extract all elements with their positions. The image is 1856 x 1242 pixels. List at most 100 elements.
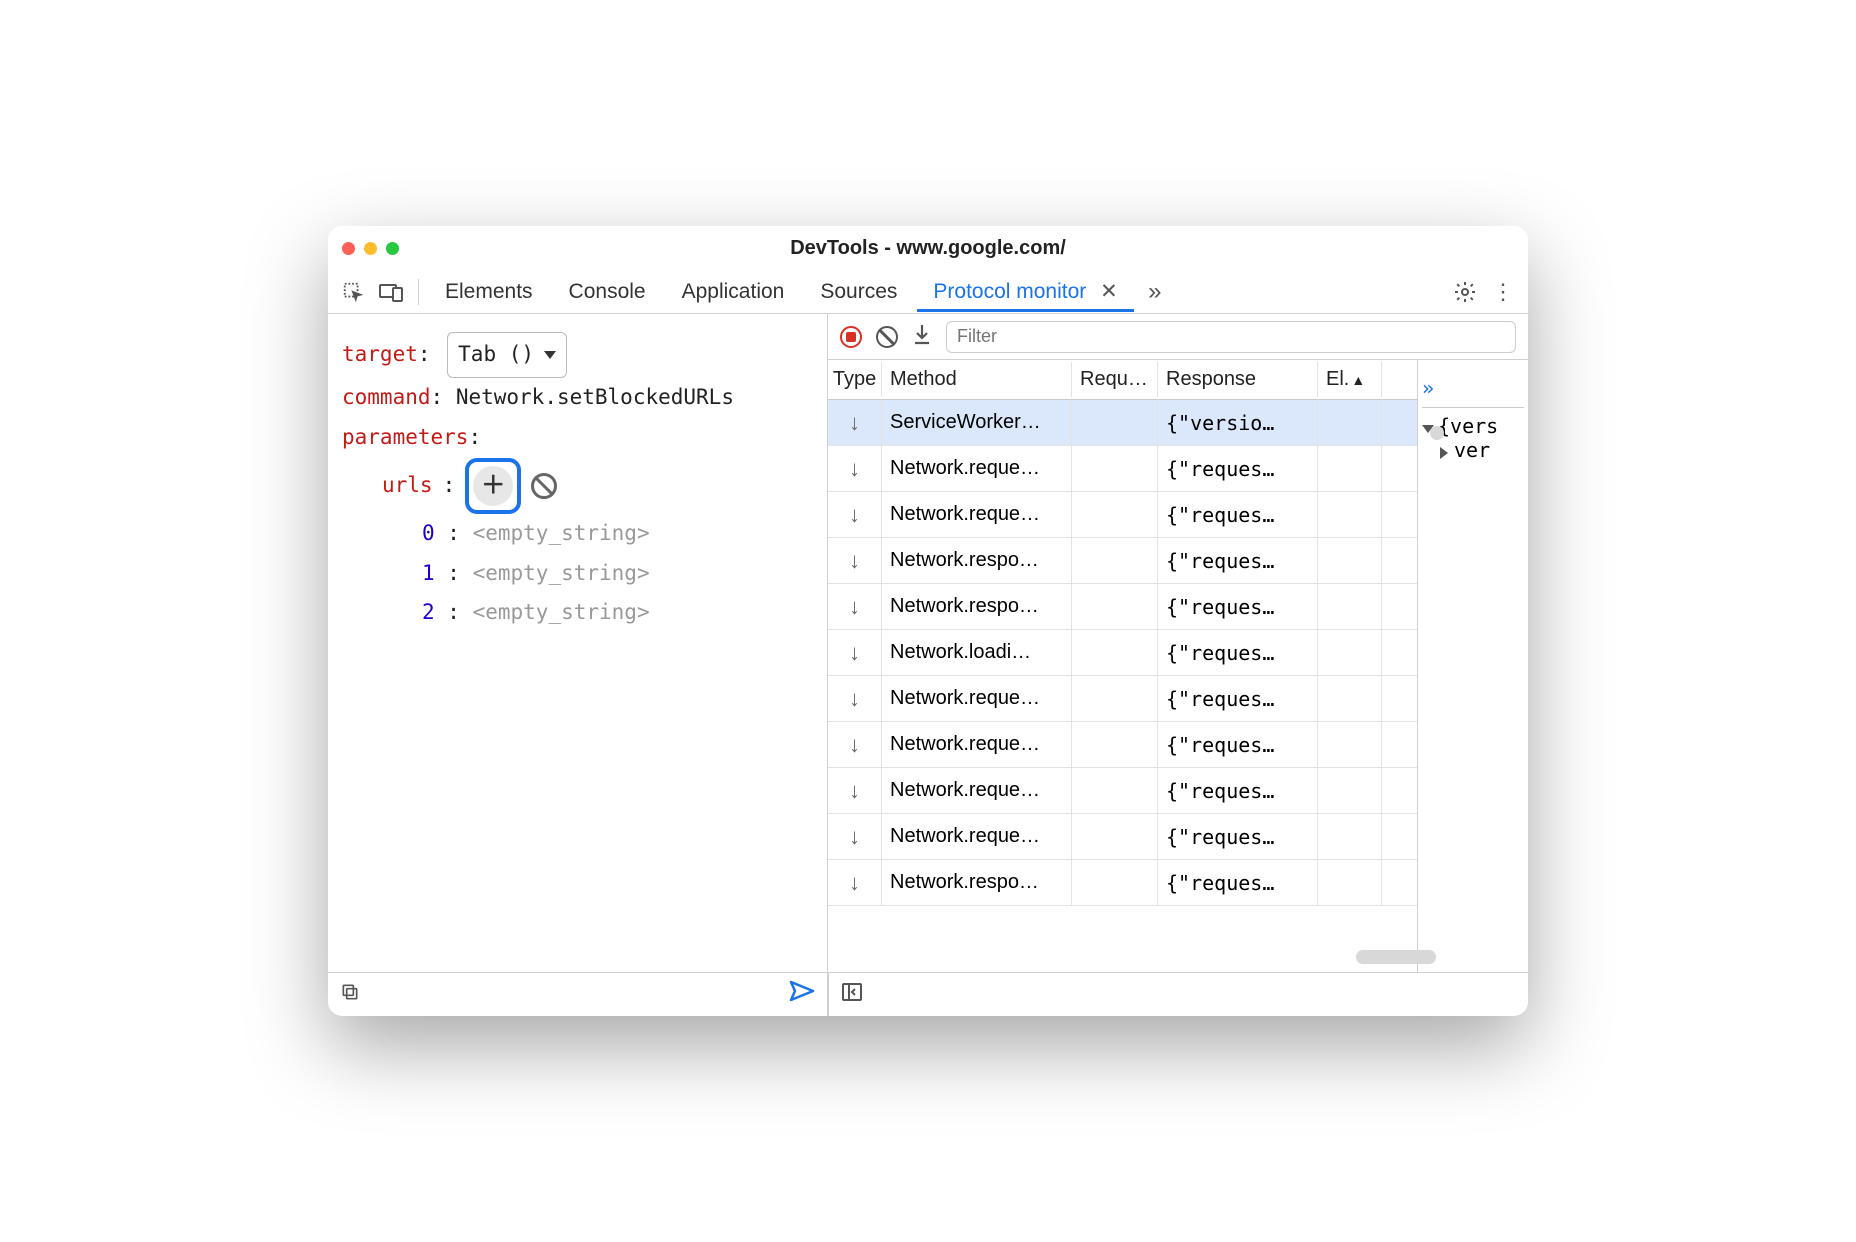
- cell-method: Network.reque…: [882, 492, 1072, 537]
- command-label: command: [342, 385, 431, 409]
- send-command-button[interactable]: [789, 980, 815, 1009]
- cell-elapsed: [1318, 630, 1382, 675]
- add-url-button[interactable]: ＋: [473, 466, 513, 506]
- more-detail-tabs-icon[interactable]: »: [1422, 376, 1434, 400]
- arrow-down-icon: ↓: [849, 502, 860, 528]
- cell-method: Network.reque…: [882, 446, 1072, 491]
- h-scrollbar[interactable]: [1356, 950, 1436, 964]
- tab-label: Protocol monitor: [933, 280, 1086, 303]
- table-row[interactable]: ↓Network.reque…{"reques…: [828, 676, 1417, 722]
- sort-icon: ▲: [1351, 372, 1365, 388]
- table-row[interactable]: ↓ Network.respo… {"reques…: [828, 860, 1417, 906]
- table-row[interactable]: ↓Network.reque…{"reques…: [828, 814, 1417, 860]
- close-tab-icon[interactable]: ✕: [1100, 280, 1118, 303]
- cell-request: [1072, 400, 1158, 445]
- command-editor: target: Tab () command: Network.setBlock…: [328, 314, 827, 972]
- col-response[interactable]: Response: [1158, 362, 1318, 397]
- arrow-down-icon: ↓: [849, 824, 860, 850]
- table-row[interactable]: ↓Network.respo…{"reques…: [828, 584, 1417, 630]
- col-type[interactable]: Type: [828, 362, 882, 397]
- settings-icon[interactable]: [1448, 275, 1482, 309]
- cell-request: [1072, 860, 1158, 905]
- cell-response: {"reques…: [1158, 538, 1318, 583]
- table-row[interactable]: ↓ Network.reque… {"reques…: [828, 492, 1417, 538]
- copy-icon[interactable]: [340, 982, 360, 1008]
- kebab-menu-icon[interactable]: ⋮: [1486, 275, 1520, 309]
- parameters-label: parameters: [342, 425, 468, 449]
- cell-request: [1072, 722, 1158, 767]
- target-label: target: [342, 342, 418, 366]
- inspect-icon[interactable]: [336, 275, 370, 309]
- url-item[interactable]: 0 : <empty_string>: [342, 514, 813, 554]
- titlebar: DevTools - www.google.com/: [328, 226, 1528, 270]
- col-elapsed[interactable]: El.▲: [1318, 362, 1382, 397]
- cell-response: {"reques…: [1158, 722, 1318, 767]
- protocol-grid[interactable]: Type Method Requ… Response El.▲ ↓Service…: [828, 360, 1418, 972]
- more-tabs-icon[interactable]: »: [1138, 275, 1172, 309]
- cell-method: Network.reque…: [882, 768, 1072, 813]
- cell-request: [1072, 768, 1158, 813]
- cell-elapsed: [1318, 446, 1382, 491]
- cell-elapsed: [1318, 584, 1382, 629]
- cell-response: {"reques…: [1158, 584, 1318, 629]
- toggle-sidebar-icon[interactable]: [841, 982, 863, 1008]
- cell-elapsed: [1318, 814, 1382, 859]
- clear-log-button[interactable]: [876, 326, 898, 348]
- urls-label: urls: [382, 466, 433, 506]
- cell-response: {"reques…: [1158, 492, 1318, 537]
- cell-response: {"reques…: [1158, 446, 1318, 491]
- table-row[interactable]: ↓Network.reque…{"reques…: [828, 722, 1417, 768]
- table-row[interactable]: ↓Network.reque…{"reques…: [828, 768, 1417, 814]
- download-icon[interactable]: [912, 323, 932, 351]
- col-method[interactable]: Method: [882, 362, 1072, 397]
- tab-console[interactable]: Console: [553, 272, 662, 312]
- cell-request: [1072, 630, 1158, 675]
- v-scroll-indicator[interactable]: [1430, 426, 1444, 440]
- filter-input[interactable]: [946, 321, 1516, 353]
- arrow-down-icon: ↓: [849, 456, 860, 482]
- tab-sources[interactable]: Sources: [804, 272, 913, 312]
- clear-urls-button[interactable]: [531, 473, 557, 499]
- record-button[interactable]: [840, 326, 862, 348]
- cell-elapsed: [1318, 400, 1382, 445]
- window-title: DevTools - www.google.com/: [328, 237, 1528, 260]
- cell-request: [1072, 446, 1158, 491]
- tabbar: Elements Console Application Sources Pro…: [328, 270, 1528, 314]
- cell-method: Network.reque…: [882, 676, 1072, 721]
- arrow-down-icon: ↓: [849, 640, 860, 666]
- arrow-down-icon: ↓: [849, 870, 860, 896]
- detail-pane[interactable]: » {vers ver: [1418, 360, 1528, 972]
- tab-elements[interactable]: Elements: [429, 272, 549, 312]
- command-value[interactable]: Network.setBlockedURLs: [456, 385, 734, 409]
- device-toolbar-icon[interactable]: [374, 275, 408, 309]
- table-row[interactable]: ↓ServiceWorker…{"versio…: [828, 400, 1417, 446]
- tab-protocol-monitor[interactable]: Protocol monitor ✕: [917, 271, 1133, 312]
- arrow-down-icon: ↓: [849, 410, 860, 436]
- arrow-down-icon: ↓: [849, 594, 860, 620]
- cell-elapsed: [1318, 768, 1382, 813]
- cell-method: Network.reque…: [882, 814, 1072, 859]
- detail-child[interactable]: ver: [1422, 438, 1524, 462]
- cell-response: {"reques…: [1158, 860, 1318, 905]
- table-row[interactable]: ↓Network.loadi…{"reques…: [828, 630, 1417, 676]
- table-row[interactable]: ↓Network.respo…{"reques…: [828, 538, 1417, 584]
- url-item[interactable]: 2 : <empty_string>: [342, 593, 813, 633]
- cell-elapsed: [1318, 492, 1382, 537]
- cell-elapsed: [1318, 722, 1382, 767]
- tab-application[interactable]: Application: [666, 272, 801, 312]
- target-value: Tab (): [458, 335, 534, 375]
- col-request[interactable]: Requ…: [1072, 362, 1158, 397]
- cell-response: {"reques…: [1158, 676, 1318, 721]
- cell-request: [1072, 538, 1158, 583]
- cell-method: Network.respo…: [882, 860, 1072, 905]
- table-row[interactable]: ↓ Network.reque… {"reques…: [828, 446, 1417, 492]
- arrow-down-icon: ↓: [849, 548, 860, 574]
- cell-response: {"reques…: [1158, 768, 1318, 813]
- url-item[interactable]: 1 : <empty_string>: [342, 554, 813, 594]
- cell-response: {"reques…: [1158, 630, 1318, 675]
- target-select[interactable]: Tab (): [447, 332, 567, 378]
- chevron-down-icon: [544, 351, 556, 359]
- protocol-toolbar: [828, 314, 1528, 360]
- cell-request: [1072, 676, 1158, 721]
- cell-elapsed: [1318, 860, 1382, 905]
